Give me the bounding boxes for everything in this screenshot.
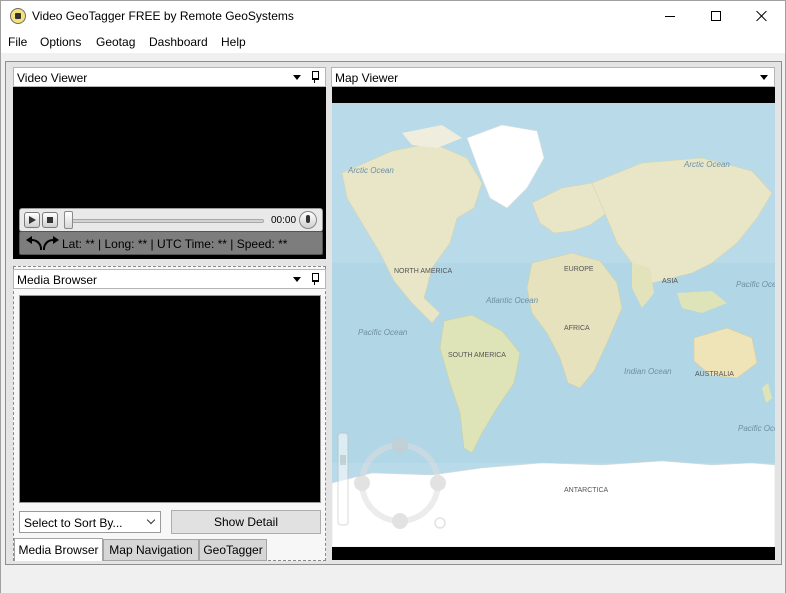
esri-logo: esri xyxy=(713,521,757,551)
map-label-australia: AUSTRALIA xyxy=(695,371,734,378)
redo-icon[interactable] xyxy=(43,236,59,250)
media-browser-dropdown-icon[interactable] xyxy=(293,277,301,282)
minimize-icon xyxy=(665,15,675,17)
geo-status-bar: Lat: ** | Long: ** | UTC Time: ** | Spee… xyxy=(19,231,323,255)
map-label-africa: AFRICA xyxy=(564,325,590,332)
map-label-pacific-right: Pacific Ocean xyxy=(736,280,775,289)
seek-slider[interactable] xyxy=(66,219,264,223)
menu-dashboard[interactable]: Dashboard xyxy=(149,35,208,49)
map-label-north-america: NORTH AMERICA xyxy=(394,268,453,275)
map-label-pacific-bottom: Pacific Ocean xyxy=(738,424,775,433)
map-label-arctic-left: Arctic Ocean xyxy=(347,166,394,175)
close-icon xyxy=(756,10,768,22)
map-label-south-america: SOUTH AMERICA xyxy=(448,352,506,359)
maximize-button[interactable] xyxy=(693,1,739,31)
tab-geotagger[interactable]: GeoTagger xyxy=(199,539,267,561)
map-label-antarctica: ANTARCTICA xyxy=(564,487,609,494)
video-viewer-pin-icon[interactable] xyxy=(311,71,319,83)
map-viewer-title: Map Viewer xyxy=(335,71,399,85)
seek-slider-thumb[interactable] xyxy=(64,211,73,229)
app-logo-icon xyxy=(10,8,26,24)
tab-map-navigation[interactable]: Map Navigation xyxy=(103,539,199,561)
map-label-arctic-right: Arctic Ocean xyxy=(683,160,730,169)
media-browser-pin-icon[interactable] xyxy=(311,273,319,285)
menu-bar: File Options Geotag Dashboard Help xyxy=(1,31,785,53)
title-bar: Video GeoTagger FREE by Remote GeoSystem… xyxy=(1,1,785,31)
menu-help[interactable]: Help xyxy=(221,35,246,49)
media-browser-title: Media Browser xyxy=(17,273,98,287)
stop-button[interactable] xyxy=(42,212,58,228)
app-window: Video GeoTagger FREE by Remote GeoSystem… xyxy=(0,0,786,593)
map-label-indian: Indian Ocean xyxy=(624,367,672,376)
map-view[interactable]: Arctic Ocean Arctic Ocean NORTH AMERICA … xyxy=(332,87,775,560)
zoom-slider-thumb[interactable] xyxy=(340,455,346,465)
show-detail-button[interactable]: Show Detail xyxy=(171,510,321,534)
video-viewer-title: Video Viewer xyxy=(17,71,88,85)
playback-time: 00:00 xyxy=(271,215,297,226)
map-label-asia: ASIA xyxy=(662,278,678,285)
media-list[interactable] xyxy=(19,295,321,503)
map-viewer-dropdown-icon[interactable] xyxy=(760,75,768,80)
window-status-strip xyxy=(1,567,785,593)
video-viewer-header: Video Viewer xyxy=(13,67,326,87)
map-label-europe: EUROPE xyxy=(564,266,594,273)
video-viewer-dropdown-icon[interactable] xyxy=(293,75,301,80)
sort-select[interactable]: Select to Sort By... xyxy=(19,511,161,533)
tab-media-browser[interactable]: Media Browser xyxy=(14,538,103,561)
playback-controls: 00:00 xyxy=(19,208,323,232)
close-button[interactable] xyxy=(739,1,785,31)
map-label-atlantic: Atlantic Ocean xyxy=(485,296,539,305)
menu-geotag[interactable]: Geotag xyxy=(96,35,135,49)
media-browser-header: Media Browser xyxy=(13,269,326,289)
sort-select-value: Select to Sort By... xyxy=(24,516,123,530)
world-map[interactable]: Arctic Ocean Arctic Ocean NORTH AMERICA … xyxy=(332,103,775,547)
pan-down-icon[interactable] xyxy=(392,513,408,529)
pan-left-icon[interactable] xyxy=(354,475,370,491)
play-button[interactable] xyxy=(24,212,40,228)
minimize-button[interactable] xyxy=(647,1,693,31)
chevron-down-icon xyxy=(146,515,156,525)
menu-options[interactable]: Options xyxy=(40,35,81,49)
esri-attribution: POWERED BY esri xyxy=(703,516,767,552)
zoom-slider[interactable] xyxy=(337,432,349,526)
menu-file[interactable]: File xyxy=(8,35,27,49)
pan-up-icon[interactable] xyxy=(392,437,408,453)
map-viewer-header: Map Viewer xyxy=(331,67,775,87)
geo-status-text: Lat: ** | Long: ** | UTC Time: ** | Spee… xyxy=(62,237,288,251)
maximize-icon xyxy=(711,11,721,21)
volume-icon[interactable] xyxy=(299,211,317,229)
undo-icon[interactable] xyxy=(26,236,42,250)
map-label-pacific-left: Pacific Ocean xyxy=(358,328,408,337)
pan-right-icon[interactable] xyxy=(430,475,446,491)
window-title: Video GeoTagger FREE by Remote GeoSystem… xyxy=(32,9,294,23)
